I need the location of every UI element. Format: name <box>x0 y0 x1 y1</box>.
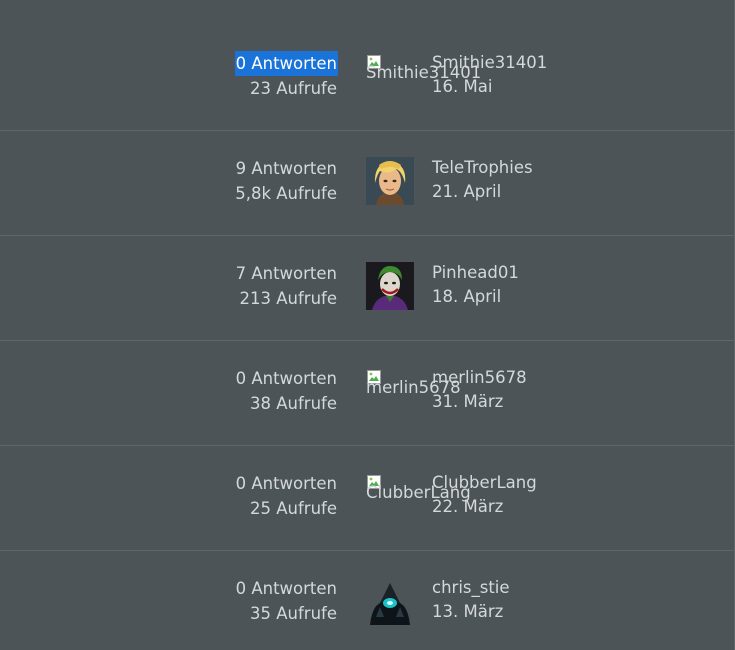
post-date: 16. Mai <box>432 77 493 96</box>
topic-row: 7 Antworten 213 Aufrufe Pinhead01 18. Ap… <box>0 235 735 341</box>
views-count: 38 Aufrufe <box>250 394 337 413</box>
post-date: 21. April <box>432 182 502 201</box>
post-date: 31. März <box>432 392 504 411</box>
views-count: 23 Aufrufe <box>250 79 337 98</box>
topic-row: 0 Antworten 38 Aufrufe merlin5678 merlin… <box>0 340 735 446</box>
topic-row: 0 Antworten 35 Aufrufe chris_stie 13. Mä… <box>0 550 735 650</box>
avatar[interactable] <box>366 157 414 205</box>
topic-row: 9 Antworten 5,8k Aufrufe TeleTrophies 21… <box>0 130 735 236</box>
replies-count: 0 Antworten <box>235 579 337 598</box>
post-date: 13. März <box>432 602 504 621</box>
topic-row: 0 Antworten 23 Aufrufe Smithie31401 Smit… <box>0 25 735 131</box>
avatar[interactable] <box>366 577 414 625</box>
views-count: 213 Aufrufe <box>239 289 338 308</box>
views-count: 25 Aufrufe <box>250 499 337 518</box>
poster-name[interactable]: chris_stie <box>432 576 510 600</box>
poster-name[interactable]: Pinhead01 <box>432 261 519 285</box>
topic-row: 0 Antworten 25 Aufrufe ClubberLang Clubb… <box>0 445 735 551</box>
topic-list: 0 Antworten 23 Aufrufe Smithie31401 Smit… <box>0 0 735 650</box>
poster-name[interactable]: merlin5678 <box>432 366 527 390</box>
views-count: 5,8k Aufrufe <box>235 184 337 203</box>
replies-count: 0 Antworten <box>235 474 337 493</box>
replies-count: 7 Antworten <box>235 264 337 283</box>
poster-name[interactable]: Smithie31401 <box>432 51 547 75</box>
avatar[interactable] <box>366 262 414 310</box>
replies-count: 0 Antworten <box>234 51 338 76</box>
poster-name[interactable]: TeleTrophies <box>432 156 533 180</box>
post-date: 22. März <box>432 497 504 516</box>
poster-name[interactable]: ClubberLang <box>432 471 537 495</box>
replies-count: 0 Antworten <box>235 369 337 388</box>
post-date: 18. April <box>432 287 502 306</box>
views-count: 35 Aufrufe <box>250 604 337 623</box>
replies-count: 9 Antworten <box>235 159 337 178</box>
